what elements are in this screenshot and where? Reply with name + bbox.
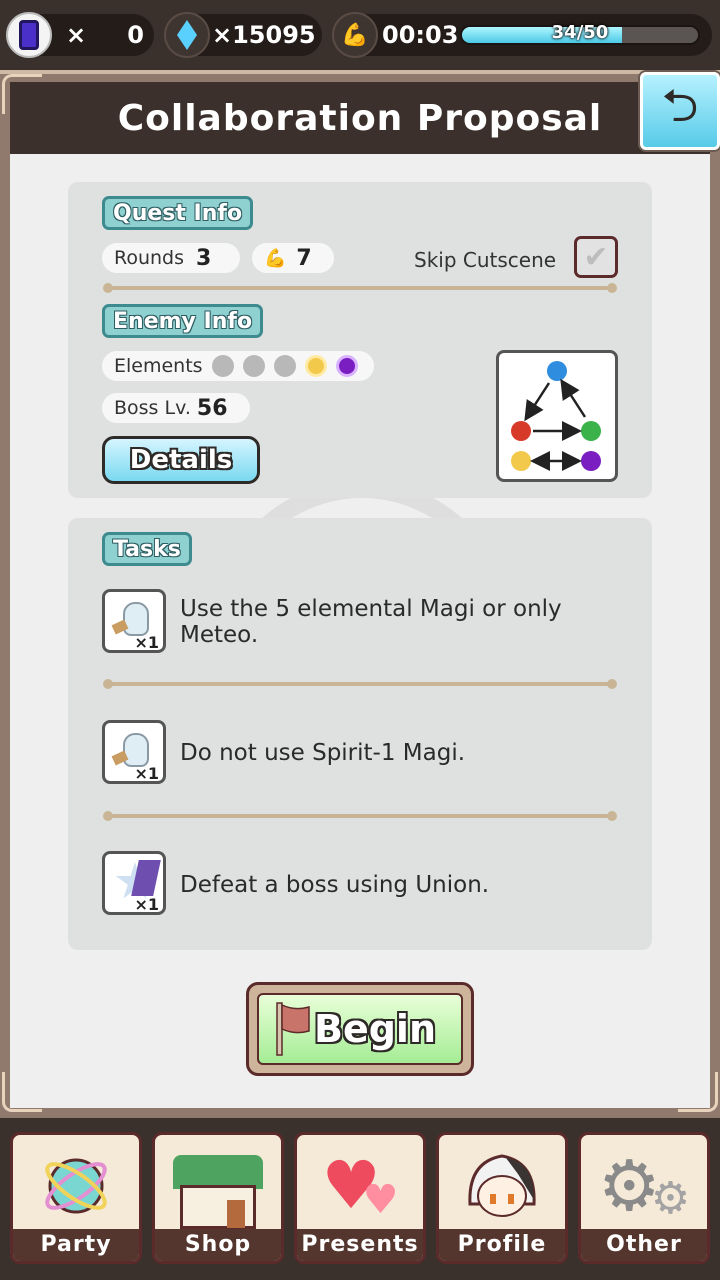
element-fire-inactive-icon [211,355,234,377]
divider [103,811,617,821]
tasks-tag: Tasks [102,532,192,566]
title-bar: Collaboration Proposal [10,82,710,154]
stamina-counter[interactable]: 💪 00:03 34/50 [332,12,712,58]
nav-other[interactable]: ⚙ ⚙ Other [578,1132,710,1264]
quest-info-tag: Quest Info [102,196,254,230]
gem-icon [164,12,210,58]
reward-quantity: ×1 [134,764,159,783]
begin-label: Begin [313,1007,436,1051]
boss-level-chip: Boss Lv. 56 [102,393,250,423]
task-reward-icon[interactable]: ×1 [102,851,166,915]
potion-icon [123,733,149,767]
rounds-value: 3 [196,245,212,271]
divider [103,283,617,293]
nav-party[interactable]: Party [10,1132,142,1264]
stamina-value: 34/50 [551,22,609,43]
party-orb-icon [13,1141,139,1231]
frame-corner-ornament [2,1072,42,1112]
task-description: Defeat a boss using Union. [180,872,490,898]
elements-chip: Elements [102,351,374,381]
nav-profile[interactable]: Profile [436,1132,568,1264]
stamina-timer: 00:03 [382,21,459,49]
boss-level-label: Boss Lv. [114,397,191,419]
magi-card-icon [6,12,52,58]
element-affinity-chart [496,350,618,482]
water-element-icon [547,361,567,381]
magi-x: × [66,21,87,49]
stamina-arm-icon: 💪 [332,12,378,58]
elements-label: Elements [114,355,203,377]
frame-corner-ornament [678,1072,718,1112]
dark-element-icon [581,451,601,471]
element-affinity-diagram [511,361,601,471]
task-reward-icon[interactable]: ×1 [102,589,166,653]
nav-presents-label: Presents [297,1229,423,1261]
back-button[interactable]: ⮌ [640,72,720,150]
divider [103,679,617,689]
avatar-icon [439,1141,565,1231]
status-bar: × 0 ×15095 💪 00:03 34/50 [0,0,720,70]
rounds-chip: Rounds 3 [102,243,240,273]
stamina-arm-icon: 💪 [264,247,287,269]
enemy-info-tag: Enemy Info [102,304,264,338]
gear-icon: ⚙ ⚙ [597,1145,691,1227]
light-element-icon [511,451,531,471]
page-title: Collaboration Proposal [117,97,603,139]
shop-house-icon [155,1141,281,1231]
element-light-icon [304,355,327,377]
begin-button[interactable]: Begin [246,982,474,1076]
nav-presents[interactable]: ♥ ♥ Presents [294,1132,426,1264]
gem-counter[interactable]: ×15095 [164,12,322,58]
skip-cutscene-label: Skip Cutscene [414,248,557,272]
potion-icon [123,602,149,636]
element-dark-icon [335,355,358,377]
back-arrow-icon: ⮌ [661,78,699,132]
details-button[interactable]: Details [102,436,260,484]
stamina-cost-chip: 💪 7 [252,243,334,273]
checkmark-icon: ✔ [583,239,609,275]
nav-shop-label: Shop [155,1229,281,1261]
wood-element-icon [581,421,601,441]
fire-element-icon [511,421,531,441]
nav-party-label: Party [13,1229,139,1261]
reward-quantity: ×1 [134,633,159,652]
task-reward-icon[interactable]: ×1 [102,720,166,784]
flag-icon [276,1002,310,1056]
magi-counter[interactable]: × 0 [6,12,154,58]
nav-profile-label: Profile [439,1229,565,1261]
gem-count: ×15095 [212,21,316,49]
element-water-inactive-icon [242,355,265,377]
reward-quantity: ×1 [134,895,159,914]
boss-level-value: 56 [196,395,228,421]
task-description: Do not use Spirit-1 Magi. [180,740,466,766]
magi-count: 0 [127,21,144,49]
skip-cutscene-checkbox[interactable]: ✔ [574,236,618,278]
heart-icon: ♥ ♥ [321,1147,399,1224]
task-description: Use the 5 elemental Magi or only Meteo. [180,596,562,648]
stamina-cost-value: 7 [296,245,312,271]
element-wood-inactive-icon [273,355,296,377]
nav-other-label: Other [581,1229,707,1261]
rounds-label: Rounds [114,247,185,269]
nav-shop[interactable]: Shop [152,1132,284,1264]
